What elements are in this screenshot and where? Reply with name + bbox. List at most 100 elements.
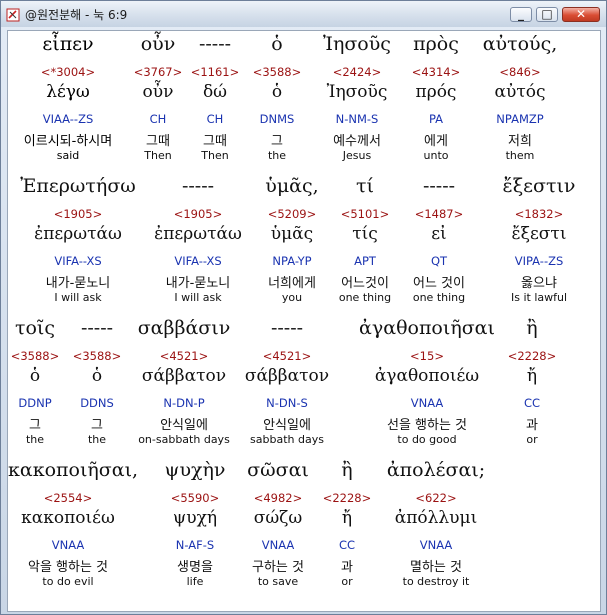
english-gloss: I will ask: [174, 291, 222, 304]
parsing-code: VIFA--XS: [174, 254, 222, 268]
lexical-form: ἀπόλλυμι: [394, 508, 478, 528]
word-analysis[interactable]: κακοποιῆσαι, <2554> κακοποιέω VNAA 악을 행하는 것t…: [8, 457, 138, 599]
app-window: @원전분해 - 눅 6:9 _ □ ✕ εἶπεν <*3004> λέγω VIAA…: [0, 0, 607, 615]
greek-word: -----: [270, 317, 304, 339]
word-analysis[interactable]: ἔξεστιν <1832> ἔξεστι VIPA--ZS 옳으냐 Is it lawf…: [489, 173, 589, 315]
minimize-button[interactable]: _: [510, 7, 532, 22]
word-analysis[interactable]: ψυχὴν <5590> ψυχή N-AF-S 생명을 life: [157, 457, 233, 599]
word-analysis[interactable]: ὑμᾶς, <5209> ὑμᾶς NPA-YP 너희에게 you: [252, 173, 332, 315]
lexical-form: σάββατον: [244, 366, 330, 386]
lexical-form: εἰ: [431, 224, 447, 244]
greek-word: -----: [80, 317, 114, 339]
english-gloss: to save: [257, 575, 299, 588]
word-analysis[interactable]: ἢ <2228> ἤ CC 과 or: [502, 315, 562, 457]
minimize-icon: _: [518, 7, 524, 21]
word-analysis[interactable]: ----- <3588> ὁ DDNS 그 the: [69, 315, 125, 457]
parsing-code: N-DN-S: [266, 396, 308, 410]
greek-word: οὖν: [140, 33, 176, 55]
lexical-form: ἔξεστι: [511, 224, 567, 244]
maximize-icon: □: [541, 7, 553, 21]
english-gloss: Is it lawful: [510, 291, 568, 304]
english-gloss: one thing: [412, 291, 466, 304]
strong-number: <5590>: [170, 491, 220, 505]
greek-word: -----: [422, 175, 456, 197]
word-analysis[interactable]: ἀγαθοποιῆσαι <15> ἀγαθοποιέω VNAA 선을 행하는 것 to…: [352, 315, 502, 457]
greek-word: ὑμᾶς,: [265, 175, 319, 197]
word-analysis[interactable]: ----- <4521> σάββατον N-DN-S 안식일에 sabbath day…: [239, 315, 335, 457]
korean-gloss: 너희에게: [268, 276, 316, 291]
lexical-form: σάββατον: [141, 366, 227, 386]
parsing-code: CC: [338, 538, 356, 552]
korean-gloss: 그: [29, 418, 41, 433]
parsing-code: N-AF-S: [175, 538, 215, 552]
parsing-code: N-DN-P: [163, 396, 205, 410]
strong-number: <1905>: [53, 207, 103, 221]
english-gloss: the: [25, 433, 45, 446]
lexical-form: ἀγαθοποιέω: [374, 366, 480, 386]
korean-gloss: 선을 행하는 것: [386, 418, 468, 433]
word-analysis[interactable]: πρὸς <4314> πρός PA 에게 unto: [404, 31, 468, 173]
lexical-form: Ἰησοῦς: [326, 82, 388, 102]
korean-gloss: 멸하는 것: [410, 560, 462, 575]
korean-gloss: 안식일에: [160, 418, 208, 433]
parsing-code: CH: [206, 112, 224, 126]
strong-number: <2228>: [507, 349, 557, 363]
english-gloss: or: [526, 433, 538, 446]
strong-number: <3588>: [72, 349, 122, 363]
word-analysis[interactable]: ὁ <3588> ὁ DNMS 그 the: [246, 31, 308, 173]
word-analysis[interactable]: ----- <1161> δώ CH 그때 Then: [187, 31, 243, 173]
lexical-form: πρός: [415, 82, 457, 102]
word-analysis[interactable]: Ἐπερωτήσω <1905> ἐπερωτάω VIFA--XS 내가-묻노니 I w…: [13, 173, 143, 315]
greek-word: πρὸς: [413, 33, 459, 55]
korean-gloss: 과: [341, 560, 353, 575]
title-bar[interactable]: @원전분해 - 눅 6:9 _ □ ✕: [1, 1, 606, 27]
word-analysis[interactable]: αὐτούς, <846> αὐτός NPAMZP 저희 them: [480, 31, 560, 173]
word-analysis[interactable]: τοῖς <3588> ὁ DDNP 그 the: [8, 315, 62, 457]
close-button[interactable]: ✕: [562, 7, 600, 22]
parsing-code: VIFA--XS: [54, 254, 102, 268]
lexical-form: τίς: [352, 224, 378, 244]
parsing-code: DDNP: [18, 396, 52, 410]
word-analysis[interactable]: ----- <1487> εἰ QT 어느 것이 one thing: [397, 173, 481, 315]
korean-gloss: 그때: [146, 134, 170, 149]
lexical-form: ὁ: [91, 366, 103, 386]
greek-word: Ἰησοῦς: [323, 33, 391, 55]
word-analysis[interactable]: ----- <1905> ἐπερωτάω VIFA--XS 내가-묻노니 I will …: [148, 173, 248, 315]
english-gloss: to do evil: [42, 575, 94, 588]
word-analysis[interactable]: ἢ <2228> ἤ CC 과 or: [317, 457, 377, 599]
korean-gloss: 악을 행하는 것: [27, 560, 109, 575]
english-gloss: or: [341, 575, 353, 588]
korean-gloss: 이르시되-하시며: [23, 134, 113, 149]
word-analysis[interactable]: οὖν <3767> οὖν CH 그때 Then: [130, 31, 186, 173]
window-title: @원전분해 - 눅 6:9: [25, 8, 128, 22]
lexical-form: αὐτός: [494, 82, 546, 102]
lexical-form: ἤ: [341, 508, 353, 528]
word-analysis[interactable]: σῶσαι <4982> σώζω VNAA 구하는 것 to save: [238, 457, 318, 599]
english-gloss: the: [87, 433, 107, 446]
english-gloss: sabbath days: [250, 433, 324, 446]
greek-word: αὐτούς,: [482, 33, 558, 55]
greek-word: ψυχὴν: [164, 459, 226, 481]
greek-word: σῶσαι: [247, 459, 309, 481]
greek-word: Ἐπερωτήσω: [20, 175, 136, 197]
word-analysis[interactable]: σαββάσιν <4521> σάββατον N-DN-P 안식일에 on-sabba…: [125, 315, 243, 457]
word-analysis[interactable]: τί <5101> τίς APT 어느것이 one thing: [325, 173, 405, 315]
strong-number: <3588>: [252, 65, 302, 79]
english-gloss: the: [267, 149, 287, 162]
word-analysis[interactable]: ἀπολέσαι; <622> ἀπόλλυμι VNAA 멸하는 것 to destro…: [381, 457, 491, 599]
korean-gloss: 구하는 것: [252, 560, 304, 575]
strong-number: <846>: [499, 65, 541, 79]
word-analysis[interactable]: εἶπεν <*3004> λέγω VIAA--ZS 이르시되-하시며 said: [8, 31, 128, 173]
greek-word: τί: [356, 175, 374, 197]
word-analysis[interactable]: Ἰησοῦς <2424> Ἰησοῦς N-NM-S 예수께서 Jesus: [311, 31, 403, 173]
strong-number: <1487>: [414, 207, 464, 221]
verse-row: Ἐπερωτήσω <1905> ἐπερωτάω VIFA--XS 내가-묻노니 I w…: [8, 173, 600, 315]
greek-word: ἢ: [341, 459, 353, 481]
strong-number: <4521>: [262, 349, 312, 363]
analysis-panel[interactable]: εἶπεν <*3004> λέγω VIAA--ZS 이르시되-하시며 said οὖν <…: [7, 30, 601, 612]
lexical-form: ἐπερωτάω: [154, 224, 242, 244]
greek-word: ἀπολέσαι;: [386, 459, 486, 481]
lexical-form: οὖν: [142, 82, 174, 102]
maximize-button[interactable]: □: [536, 7, 558, 22]
strong-number: <1905>: [173, 207, 223, 221]
